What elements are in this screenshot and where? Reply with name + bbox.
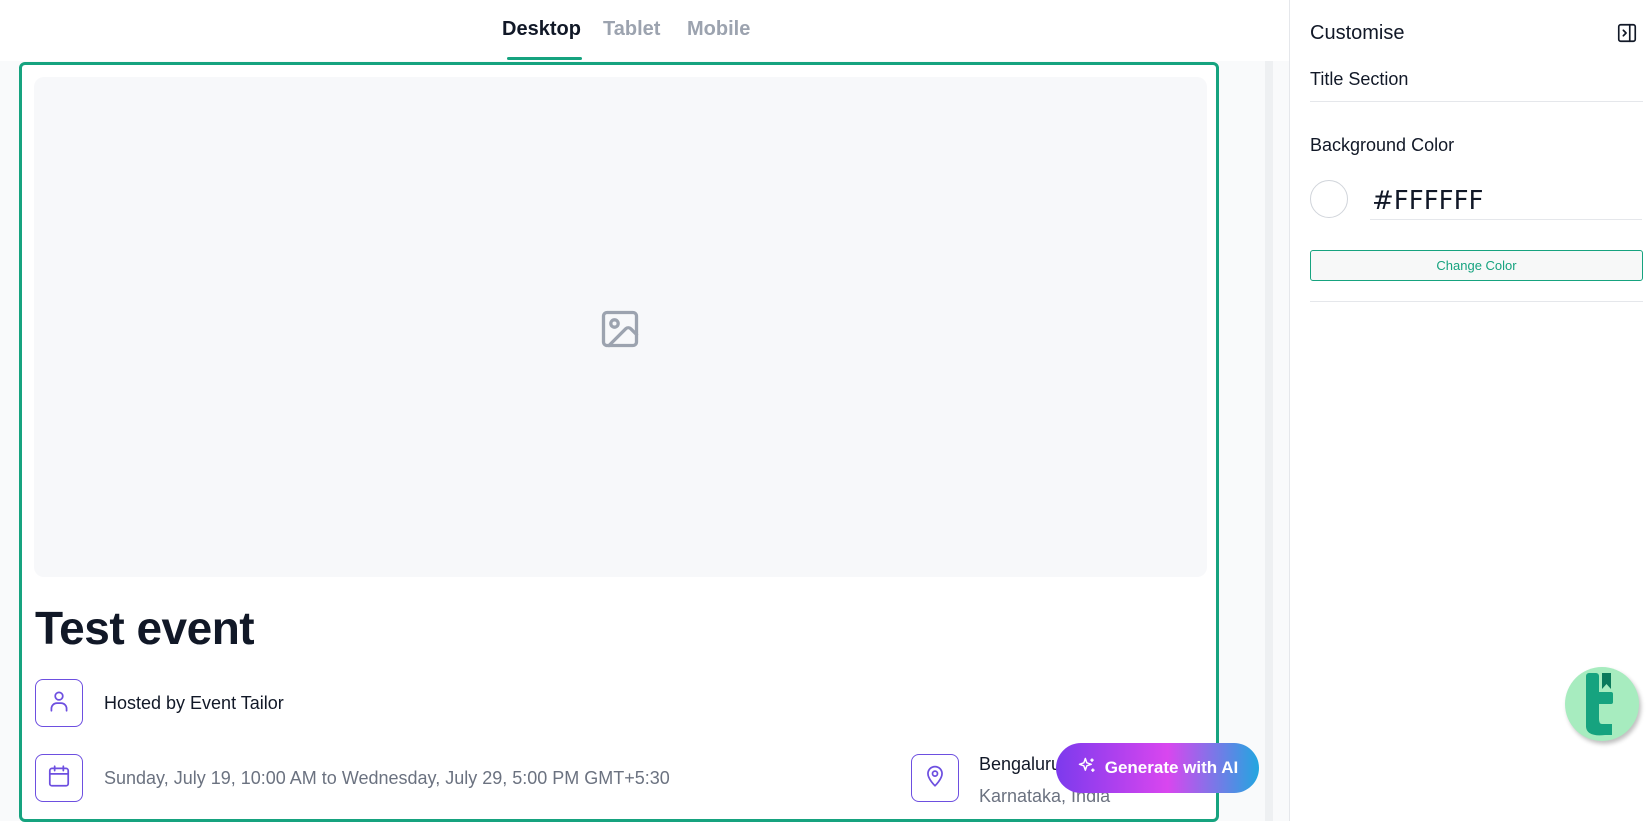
- section-divider: [1310, 101, 1643, 102]
- generate-with-ai-button[interactable]: Generate with AI: [1056, 743, 1259, 793]
- view-tabs-bar: Desktop Tablet Mobile: [0, 0, 1289, 62]
- tab-desktop[interactable]: Desktop: [502, 18, 581, 41]
- background-color-label: Background Color: [1310, 135, 1455, 155]
- change-color-button[interactable]: Change Color: [1310, 250, 1643, 281]
- panel-collapse-icon[interactable]: [1616, 22, 1638, 49]
- hex-color-input[interactable]: [1370, 182, 1642, 220]
- event-title[interactable]: Test event: [35, 601, 255, 655]
- sparkle-icon: [1077, 756, 1097, 781]
- image-placeholder-icon: [598, 307, 642, 356]
- generate-with-ai-label: Generate with AI: [1104, 758, 1239, 777]
- location-city: Bengaluru: [979, 754, 1062, 774]
- location-icon-box: [911, 754, 959, 802]
- calendar-icon: [46, 763, 72, 794]
- cover-image-placeholder[interactable]: [34, 77, 1207, 577]
- date-icon-box: [35, 754, 83, 802]
- host-icon-box: [35, 679, 83, 727]
- tab-tablet[interactable]: Tablet: [603, 18, 660, 41]
- color-swatch[interactable]: [1310, 180, 1348, 218]
- map-pin-icon: [922, 763, 948, 794]
- bottom-divider: [1310, 301, 1643, 302]
- panel-title: Customise: [1310, 22, 1405, 44]
- section-title: Title Section: [1310, 69, 1409, 89]
- host-text: Hosted by Event Tailor: [104, 693, 284, 713]
- title-section-frame[interactable]: Test event Hosted by Event Tailor Sunday…: [19, 62, 1219, 822]
- user-icon: [46, 688, 72, 719]
- tab-mobile[interactable]: Mobile: [687, 18, 750, 41]
- brand-logo-button[interactable]: [1565, 667, 1639, 741]
- event-datetime: Sunday, July 19, 10:00 AM to Wednesday, …: [104, 768, 670, 788]
- active-tab-indicator: [507, 57, 582, 60]
- canvas-scrollbar[interactable]: [1265, 61, 1273, 821]
